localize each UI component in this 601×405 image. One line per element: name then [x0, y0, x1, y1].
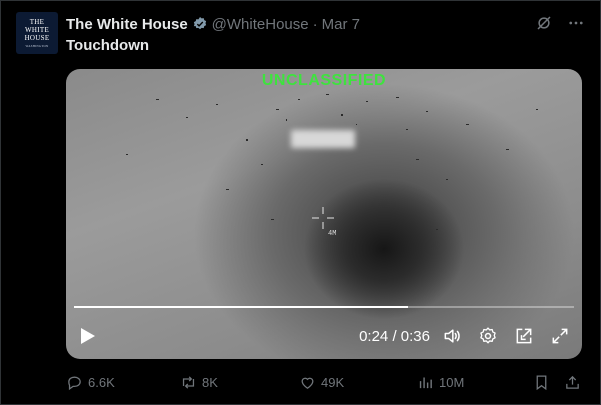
avatar-line-2: WHITE: [24, 26, 50, 34]
repost-icon: [182, 375, 195, 389]
bookmark-button[interactable]: [533, 374, 550, 391]
redacted-readout: [291, 130, 355, 148]
reply-count: 6.6K: [88, 374, 115, 390]
fullscreen-icon[interactable]: [550, 326, 570, 346]
video-player[interactable]: UNCLASSIFIED 4M 0:24 / 0:36: [66, 69, 582, 359]
reticle-icon: [312, 207, 334, 229]
author-name[interactable]: The White House: [66, 16, 188, 33]
reply-button[interactable]: 6.6K: [66, 374, 115, 391]
post-header: The White House @WhiteHouse · Mar 7: [66, 14, 581, 34]
like-icon: [301, 377, 314, 389]
avatar[interactable]: THE WHITE HOUSE WASHINGTON: [16, 12, 58, 54]
post-date[interactable]: Mar 7: [322, 16, 360, 33]
reply-icon: [68, 376, 81, 390]
progress-bar[interactable]: [74, 306, 574, 308]
settings-icon[interactable]: [478, 326, 498, 346]
play-icon[interactable]: [80, 327, 96, 345]
avatar-line-1: THE: [29, 18, 45, 26]
progress-fill: [74, 306, 408, 308]
more-icon[interactable]: [567, 14, 585, 32]
share-button[interactable]: [564, 374, 581, 391]
like-count: 49K: [321, 374, 345, 390]
views-button[interactable]: 10M: [417, 374, 464, 391]
like-button[interactable]: 49K: [299, 374, 344, 391]
bookmark-icon: [536, 374, 547, 390]
separator: ·: [312, 15, 318, 33]
range-readout: 4M: [328, 230, 337, 238]
repost-count: 8K: [202, 374, 218, 390]
repost-button[interactable]: 8K: [180, 374, 218, 391]
duration: 0:36: [400, 328, 430, 345]
author-handle[interactable]: @WhiteHouse: [212, 16, 309, 33]
time-separator: /: [392, 328, 397, 345]
post-text: Touchdown: [66, 37, 150, 54]
header-actions: [535, 14, 585, 32]
share-icon: [566, 375, 579, 389]
volume-icon[interactable]: [442, 326, 462, 346]
current-time: 0:24: [359, 328, 389, 345]
classification-label: UNCLASSIFIED: [261, 72, 387, 89]
views-count: 10M: [439, 374, 465, 390]
avatar-line-3: HOUSE: [24, 34, 50, 42]
pip-icon[interactable]: [514, 326, 534, 346]
action-bar: 6.6K 8K 49K 10M: [66, 371, 585, 393]
views-icon: [419, 377, 432, 388]
verified-icon: [192, 16, 208, 32]
time-display: 0:24 / 0:36: [359, 328, 430, 345]
avatar-line-4: WASHINGTON: [25, 44, 49, 48]
grok-icon[interactable]: [535, 14, 553, 32]
